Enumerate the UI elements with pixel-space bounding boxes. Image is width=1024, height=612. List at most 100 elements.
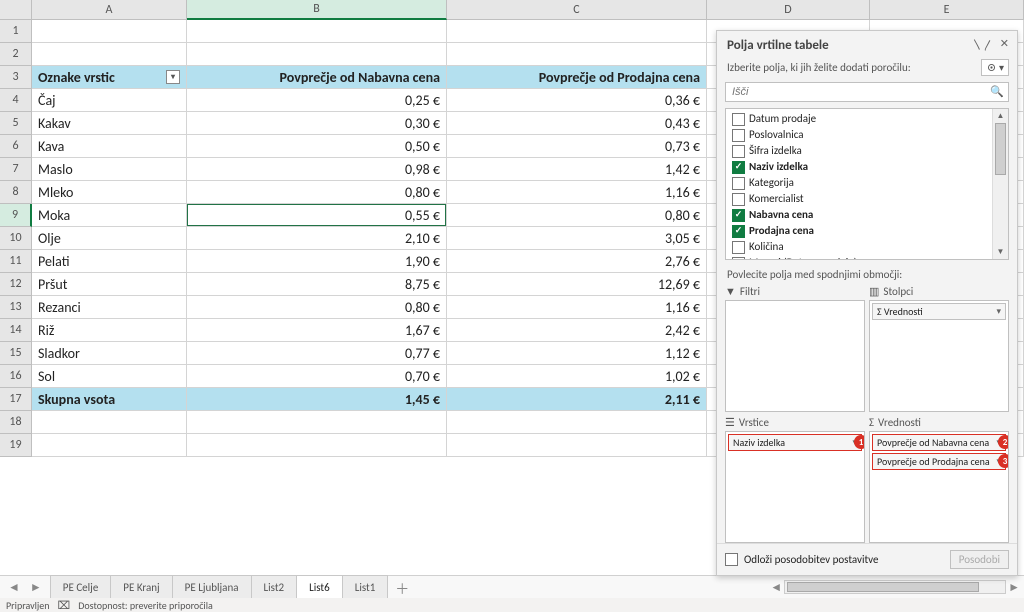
row-header-15[interactable]: 15: [0, 342, 32, 365]
cell-B13[interactable]: 0,80 €: [187, 296, 447, 319]
cell-B3[interactable]: Povprečje od Nabavna cena: [187, 66, 447, 89]
row-header-18[interactable]: 18: [0, 411, 32, 434]
field-datum-prodaje[interactable]: Datum prodaje: [726, 111, 992, 127]
row-header-14[interactable]: 14: [0, 319, 32, 342]
cell-A7[interactable]: Maslo: [32, 158, 187, 181]
cell-C8[interactable]: 1,16 €: [447, 181, 707, 204]
columns-chip[interactable]: Σ Vrednosti▾: [872, 303, 1006, 320]
row-header-8[interactable]: 8: [0, 181, 32, 204]
cell-B12[interactable]: 8,75 €: [187, 273, 447, 296]
cell-B8[interactable]: 0,80 €: [187, 181, 447, 204]
row-header-17[interactable]: 17: [0, 388, 32, 411]
col-B[interactable]: B: [187, 0, 447, 20]
cell-C12[interactable]: 12,69 €: [447, 273, 707, 296]
hscroll-right-icon[interactable]: ►: [1008, 580, 1020, 595]
row-header-12[interactable]: 12: [0, 273, 32, 296]
field-search-input[interactable]: [725, 82, 1009, 102]
field-checkbox[interactable]: ✓: [732, 225, 745, 238]
cell-B17[interactable]: 1,45 €: [187, 388, 447, 411]
cell-A19[interactable]: [32, 434, 187, 457]
sheet-tab-List2[interactable]: List2: [251, 575, 298, 598]
row-header-1[interactable]: 1: [0, 20, 32, 43]
cell-C13[interactable]: 1,16 €: [447, 296, 707, 319]
field-checkbox[interactable]: [732, 241, 745, 254]
col-C[interactable]: C: [447, 0, 707, 20]
cell-C4[interactable]: 0,36 €: [447, 89, 707, 112]
chevron-down-icon[interactable]: ▾: [992, 306, 1001, 317]
cell-A9[interactable]: Moka: [32, 204, 187, 227]
cell-C7[interactable]: 1,42 €: [447, 158, 707, 181]
cell-B15[interactable]: 0,77 €: [187, 342, 447, 365]
row-header-4[interactable]: 4: [0, 89, 32, 112]
status-accessibility[interactable]: Dostopnost: preverite priporočila: [78, 599, 213, 612]
pane-close-icon[interactable]: ✕: [1000, 37, 1009, 53]
cell-A16[interactable]: Sol: [32, 365, 187, 388]
cell-C14[interactable]: 2,42 €: [447, 319, 707, 342]
sheet-tab-PE Ljubljana[interactable]: PE Ljubljana: [172, 575, 252, 598]
cell-A12[interactable]: Pršut: [32, 273, 187, 296]
area-columns-dropzone[interactable]: Σ Vrednosti▾: [869, 300, 1009, 412]
cell-A1[interactable]: [32, 20, 187, 43]
cell-C2[interactable]: [447, 43, 707, 66]
area-filters-dropzone[interactable]: [725, 300, 865, 412]
field-checkbox[interactable]: [732, 129, 745, 142]
field-poslovalnica[interactable]: Poslovalnica: [726, 127, 992, 143]
col-D[interactable]: D: [707, 0, 870, 20]
field-količina[interactable]: Količina: [726, 239, 992, 255]
cell-B11[interactable]: 1,90 €: [187, 250, 447, 273]
field-kategorija[interactable]: Kategorija: [726, 175, 992, 191]
area-values-dropzone[interactable]: Povprečje od Nabavna cena▾2Povprečje od …: [869, 431, 1009, 543]
cell-B7[interactable]: 0,98 €: [187, 158, 447, 181]
sheet-tab-List1[interactable]: List1: [342, 575, 389, 598]
field-checkbox[interactable]: [732, 145, 745, 158]
cell-A15[interactable]: Sladkor: [32, 342, 187, 365]
cell-C11[interactable]: 2,76 €: [447, 250, 707, 273]
cell-A5[interactable]: Kakav: [32, 112, 187, 135]
area-rows-dropzone[interactable]: Naziv izdelka▾1: [725, 431, 865, 543]
cell-A8[interactable]: Mleko: [32, 181, 187, 204]
cell-A4[interactable]: Čaj: [32, 89, 187, 112]
scroll-down-icon[interactable]: ▼: [993, 245, 1008, 259]
field-meseci-(datum-prodaje)[interactable]: Meseci (Datum prodaje): [726, 255, 992, 259]
cell-A3[interactable]: Oznake vrstic▾: [32, 66, 187, 89]
field-šifra-izdelka[interactable]: Šifra izdelka: [726, 143, 992, 159]
pane-settings-button[interactable]: ▾: [981, 59, 1009, 76]
cell-C19[interactable]: [447, 434, 707, 457]
field-list-scrollbar[interactable]: ▲ ▼: [992, 109, 1008, 259]
values-chip[interactable]: Povprečje od Nabavna cena▾2: [872, 434, 1006, 451]
tab-nav-next-icon[interactable]: ►: [30, 580, 42, 595]
field-checkbox[interactable]: ✓: [732, 209, 745, 222]
cell-B1[interactable]: [187, 20, 447, 43]
field-checkbox[interactable]: ✓: [732, 161, 745, 174]
col-E[interactable]: E: [870, 0, 1024, 20]
sheet-tab-PE Celje[interactable]: PE Celje: [50, 575, 112, 598]
row-header-2[interactable]: 2: [0, 43, 32, 66]
cell-A11[interactable]: Pelati: [32, 250, 187, 273]
cell-A13[interactable]: Rezanci: [32, 296, 187, 319]
cell-A10[interactable]: Olje: [32, 227, 187, 250]
row-header-7[interactable]: 7: [0, 158, 32, 181]
sheet-tab-PE Kranj[interactable]: PE Kranj: [110, 575, 172, 598]
field-checkbox[interactable]: [732, 177, 745, 190]
cell-C15[interactable]: 1,12 €: [447, 342, 707, 365]
row-header-13[interactable]: 13: [0, 296, 32, 319]
sheet-tab-List6[interactable]: List6: [296, 575, 343, 599]
field-naziv-izdelka[interactable]: ✓Naziv izdelka: [726, 159, 992, 175]
cell-B2[interactable]: [187, 43, 447, 66]
update-button[interactable]: Posodobi: [950, 550, 1009, 569]
cell-A18[interactable]: [32, 411, 187, 434]
rows-chip[interactable]: Naziv izdelka▾1: [728, 434, 862, 451]
tab-nav-prev-icon[interactable]: ◄: [8, 580, 20, 595]
field-nabavna-cena[interactable]: ✓Nabavna cena: [726, 207, 992, 223]
new-sheet-button[interactable]: ＋: [387, 580, 417, 598]
cell-B9[interactable]: 0,55 €: [187, 204, 447, 227]
row-labels-filter-button[interactable]: ▾: [166, 70, 180, 84]
cell-C18[interactable]: [447, 411, 707, 434]
field-checkbox[interactable]: [732, 113, 745, 126]
cell-A6[interactable]: Kava: [32, 135, 187, 158]
field-prodajna-cena[interactable]: ✓Prodajna cena: [726, 223, 992, 239]
hscroll-left-icon[interactable]: ◄: [770, 580, 782, 595]
row-header-9[interactable]: 9: [0, 204, 32, 227]
cell-C3[interactable]: Povprečje od Prodajna cena: [447, 66, 707, 89]
cell-B5[interactable]: 0,30 €: [187, 112, 447, 135]
